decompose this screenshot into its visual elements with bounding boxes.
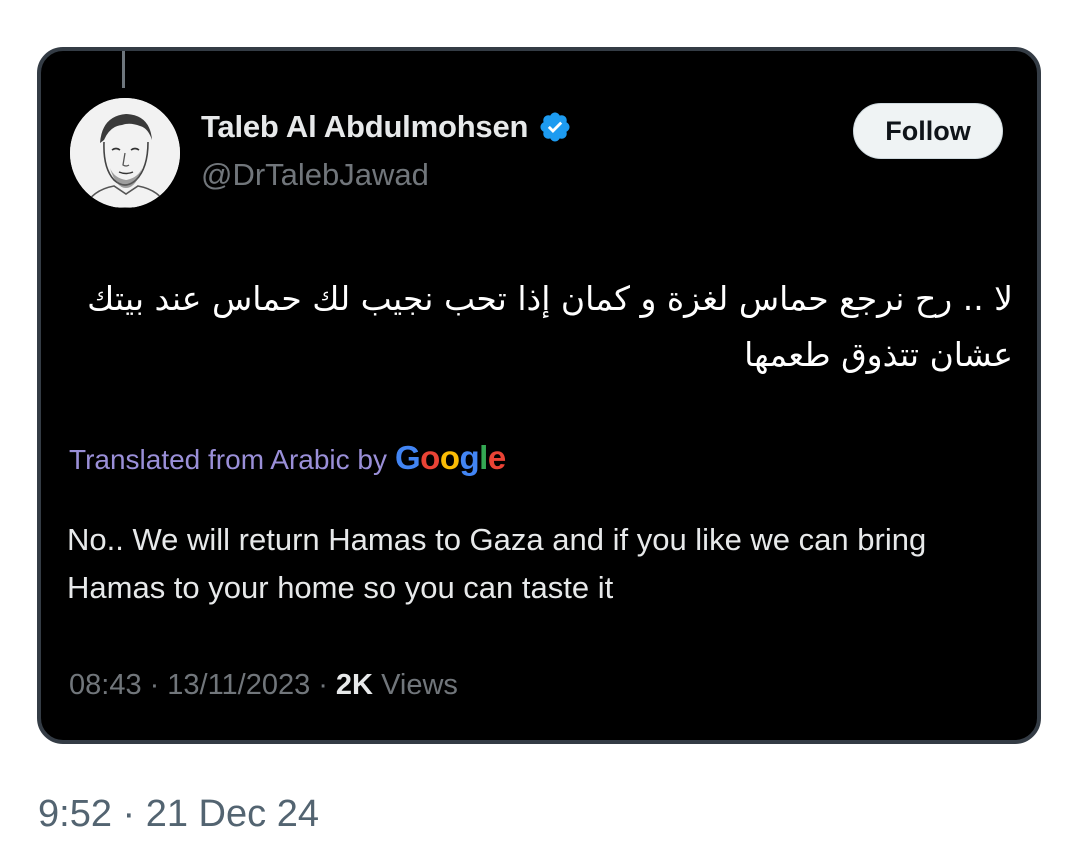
views-count: 2K [335,669,373,701]
embedded-tweet-card[interactable]: Taleb Al Abdulmohsen @DrTalebJawad Follo… [37,47,1041,744]
avatar[interactable] [70,98,180,208]
views-label: Views [381,669,458,701]
tweet-meta: 08:43 · 13/11/2023 · 2K Views [69,669,458,702]
meta-separator: · [318,669,328,701]
avatar-sketch-icon [70,98,180,208]
thread-line [122,51,125,88]
post-timestamp[interactable]: 9:52 · 21 Dec 24 [38,793,319,836]
tweet-text-original: لا .. رح نرجع حماس لغزة و كمان إذا تحب ن… [87,279,1013,374]
translated-from-label: Translated from Arabic by [69,444,387,475]
tweet-text-translation: No.. We will return Hamas to Gaza and if… [67,522,927,605]
author-display-name[interactable]: Taleb Al Abdulmohsen [201,109,528,145]
follow-button[interactable]: Follow [853,103,1003,159]
google-logo: Google [394,439,506,476]
author-handle[interactable]: @DrTalebJawad [201,157,429,193]
verified-badge-icon [540,112,570,142]
meta-separator: · [149,669,160,701]
tweet-time[interactable]: 08:43 [69,669,142,702]
author-name-row: Taleb Al Abdulmohsen [201,109,572,145]
tweet-date[interactable]: 13/11/2023 [167,669,310,702]
translation-attribution: Translated from Arabic by Google [69,439,506,477]
